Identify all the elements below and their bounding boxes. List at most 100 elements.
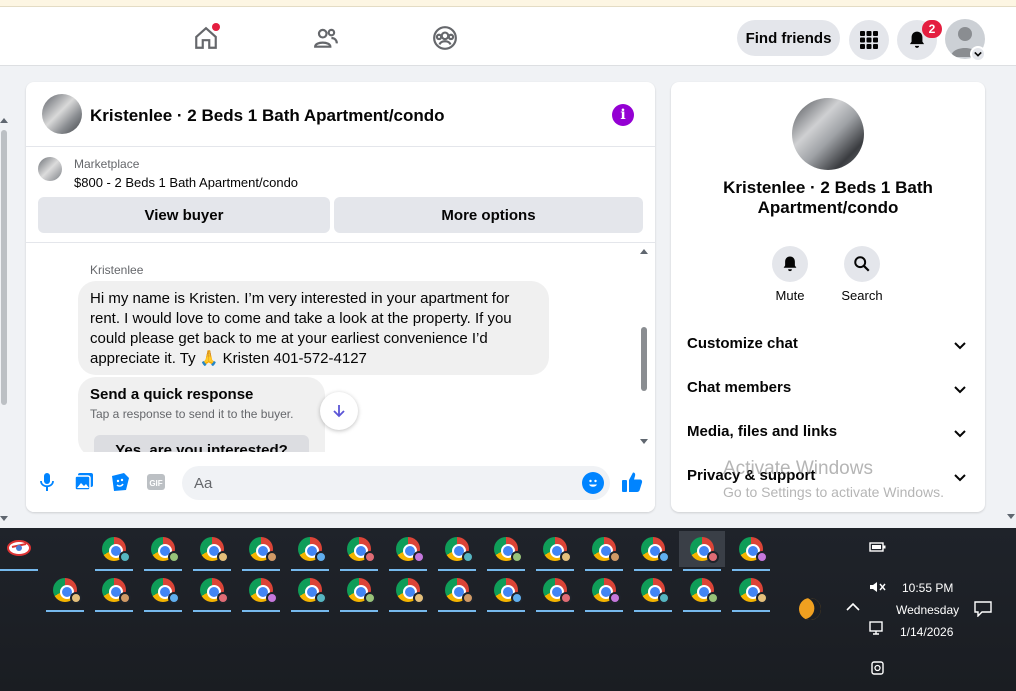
taskbar-chrome-icon[interactable]	[385, 531, 431, 571]
chat-title[interactable]: Kristenlee · 2 Beds 1 Bath Apartment/con…	[90, 106, 445, 126]
taskbar-chrome-icon[interactable]	[287, 572, 333, 612]
page-scrollbar-thumb[interactable]	[1, 130, 7, 405]
taskbar-chrome-icon[interactable]	[630, 572, 676, 612]
running-indicator	[291, 610, 329, 612]
taskbar-chrome-icon[interactable]	[532, 531, 578, 571]
media-files-links-section[interactable]: Media, files and links	[679, 412, 977, 452]
taskbar-chrome-icon[interactable]	[483, 572, 529, 612]
find-friends-button[interactable]: Find friends	[737, 20, 840, 56]
chat-scrollbar-thumb[interactable]	[641, 327, 647, 391]
taskbar-chrome-icon[interactable]	[532, 572, 578, 612]
info-icon[interactable]: i	[612, 104, 634, 126]
taskbar-chrome-icon[interactable]	[434, 572, 480, 612]
taskbar-chrome-icon[interactable]	[91, 531, 137, 571]
running-indicator	[0, 569, 38, 571]
taskbar-chrome-icon[interactable]	[189, 531, 235, 571]
battery-icon[interactable]	[869, 540, 887, 554]
taskbar-chrome-icon[interactable]	[728, 531, 774, 571]
chat-scrollbar[interactable]	[636, 247, 650, 447]
friends-tab[interactable]	[306, 19, 346, 57]
chevron-down-icon[interactable]	[970, 46, 986, 62]
home-tab[interactable]	[186, 19, 226, 57]
more-options-button[interactable]: More options	[334, 197, 643, 233]
taskbar-chrome-icon[interactable]	[287, 531, 333, 571]
running-indicator	[634, 610, 672, 612]
chat-scroll-up-icon[interactable]	[640, 249, 648, 254]
meet-now-icon[interactable]	[869, 660, 887, 676]
taskbar-chrome-icon[interactable]	[336, 572, 382, 612]
running-indicator	[291, 569, 329, 571]
taskbar-chrome-icon[interactable]	[336, 531, 382, 571]
running-indicator	[242, 610, 280, 612]
conversation-avatar[interactable]	[792, 98, 864, 170]
scroll-to-bottom-button[interactable]	[320, 392, 358, 430]
profile-badge-icon	[707, 551, 719, 563]
running-indicator	[144, 569, 182, 571]
chat-header: Kristenlee · 2 Beds 1 Bath Apartment/con…	[26, 82, 655, 147]
microphone-icon[interactable]	[35, 470, 59, 494]
night-light-icon[interactable]	[795, 594, 825, 624]
running-indicator	[732, 610, 770, 612]
right-scrollbar[interactable]	[1006, 66, 1016, 526]
menu-button[interactable]	[849, 20, 889, 60]
taskbar-chrome-icon[interactable]	[679, 572, 725, 612]
sticker-icon[interactable]	[108, 470, 132, 494]
like-icon[interactable]	[620, 470, 644, 494]
taskbar-chrome-icon[interactable]	[385, 572, 431, 612]
action-center-icon[interactable]	[974, 601, 992, 617]
clock-time[interactable]: 10:55 PM	[902, 581, 953, 595]
listing-thumbnail	[38, 157, 62, 181]
taskbar-chrome-icon[interactable]	[728, 572, 774, 612]
chat-scroll-down-icon[interactable]	[640, 439, 648, 444]
divider	[26, 242, 655, 243]
taskbar-chrome-icon[interactable]	[140, 531, 186, 571]
profile-badge-icon	[609, 551, 621, 563]
profile-badge-icon	[266, 551, 278, 563]
taskbar-chrome-icon[interactable]	[483, 531, 529, 571]
chat-avatar[interactable]	[42, 94, 82, 134]
scroll-down-arrow-icon[interactable]	[1007, 514, 1015, 519]
taskbar-app-icon[interactable]	[0, 531, 42, 571]
volume-muted-icon[interactable]	[869, 580, 887, 594]
taskbar-chrome-icon[interactable]	[434, 531, 480, 571]
mute-button[interactable]: Mute	[760, 246, 820, 303]
clock-date[interactable]: 1/14/2026	[900, 625, 953, 639]
listing-title: $800 - 2 Beds 1 Bath Apartment/condo	[74, 175, 299, 190]
mute-label: Mute	[775, 288, 805, 303]
page-scrollbar[interactable]	[0, 110, 8, 525]
taskbar-chrome-icon[interactable]	[189, 572, 235, 612]
taskbar-chrome-icon[interactable]	[581, 572, 627, 612]
view-buyer-button[interactable]: View buyer	[38, 197, 330, 233]
network-icon[interactable]	[869, 621, 887, 635]
running-indicator	[46, 610, 84, 612]
running-indicator	[95, 610, 133, 612]
running-indicator	[732, 569, 770, 571]
chat-members-section[interactable]: Chat members	[679, 368, 977, 408]
customize-chat-section[interactable]: Customize chat	[679, 324, 977, 364]
clock-day[interactable]: Wednesday	[896, 603, 959, 617]
running-indicator	[634, 569, 672, 571]
taskbar-chrome-icon[interactable]	[581, 531, 627, 571]
taskbar-chrome-icon[interactable]	[140, 572, 186, 612]
profile-badge-icon	[315, 551, 327, 563]
taskbar-chrome-icon[interactable]	[238, 572, 284, 612]
search-button[interactable]: Search	[832, 246, 892, 303]
taskbar-chrome-icon[interactable]	[238, 531, 284, 571]
gif-icon[interactable]: GIF	[144, 470, 168, 494]
taskbar-chrome-icon[interactable]	[42, 572, 88, 612]
chevron-up-icon[interactable]	[846, 602, 860, 612]
photo-icon[interactable]	[72, 470, 96, 494]
section-label: Customize chat	[687, 335, 798, 352]
emoji-icon[interactable]	[582, 472, 604, 494]
marketplace-listing[interactable]: Marketplace $800 - 2 Beds 1 Bath Apartme…	[26, 147, 655, 195]
taskbar-chrome-icon[interactable]	[630, 531, 676, 571]
groups-tab[interactable]	[425, 19, 465, 57]
privacy-support-section[interactable]: Privacy & support	[679, 456, 977, 496]
taskbar-chrome-icon[interactable]	[679, 531, 725, 571]
scroll-up-arrow-icon[interactable]	[0, 118, 8, 123]
message-input[interactable]	[182, 466, 610, 500]
taskbar-chrome-icon[interactable]	[91, 572, 137, 612]
message-bubble[interactable]: Hi my name is Kristen. I’m very interest…	[78, 281, 549, 375]
scroll-down-arrow-icon[interactable]	[0, 516, 8, 521]
app-icon	[7, 540, 31, 556]
